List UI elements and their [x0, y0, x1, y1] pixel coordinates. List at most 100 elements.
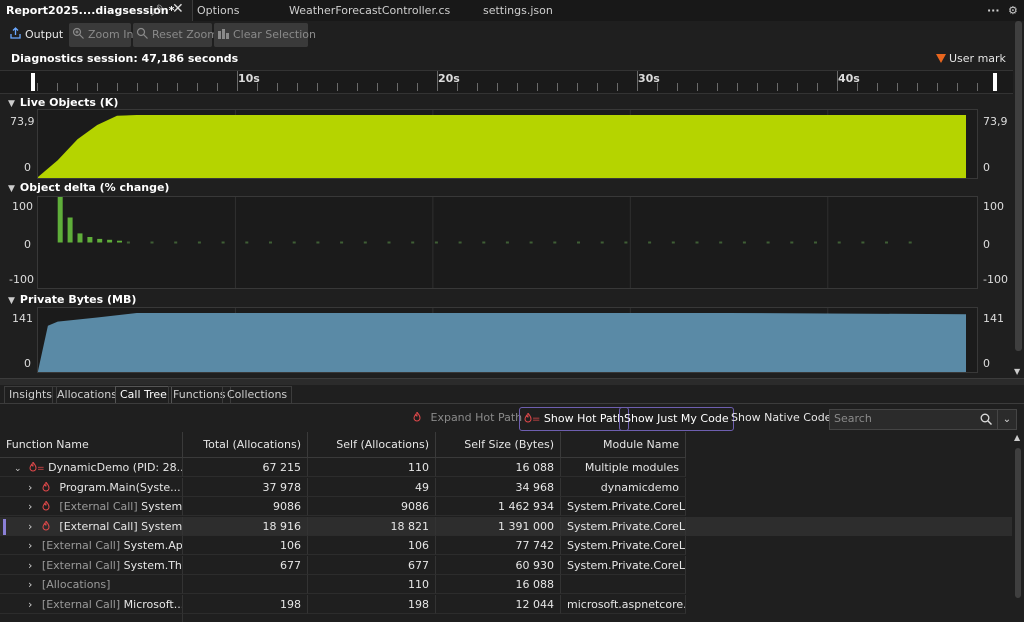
search-icon[interactable]	[980, 413, 992, 425]
private-bytes-header[interactable]: ▼ Private Bytes (MB)	[8, 293, 136, 306]
private-bytes-chart[interactable]	[37, 307, 978, 373]
scroll-up-icon[interactable]: ▲	[1014, 433, 1020, 442]
chevron-right-icon[interactable]: ›	[28, 598, 32, 611]
zero-marker	[885, 241, 888, 244]
tab-options[interactable]: Options	[197, 0, 239, 21]
table-scrollbar[interactable]: ▲	[1012, 432, 1024, 622]
zero-marker	[150, 241, 154, 244]
chevron-right-icon[interactable]: ›	[28, 578, 32, 591]
show-native-code-toggle[interactable]: Show Native Code	[727, 407, 835, 429]
zero-marker	[505, 241, 509, 244]
scrollbar-thumb[interactable]	[1015, 21, 1022, 351]
timeline-ruler[interactable]: 10s 20s 30s 40s	[0, 70, 1013, 94]
ruler-tick	[937, 83, 938, 91]
selection-end-handle[interactable]	[993, 73, 997, 91]
search-options-chevron-down-icon[interactable]: ⌄	[997, 410, 1016, 429]
zoom-in-icon	[72, 27, 84, 39]
show-native-code-label: Show Native Code	[731, 411, 832, 424]
ruler-tick	[617, 83, 618, 91]
total-allocations-cell	[183, 575, 308, 594]
panel-splitter[interactable]	[0, 378, 1024, 385]
column-header-self-allocations[interactable]: Self (Allocations)	[308, 432, 436, 458]
scrollbar-thumb[interactable]	[1015, 448, 1021, 598]
zero-marker	[434, 241, 438, 244]
show-hot-path-toggle[interactable]: = Show Hot Path	[519, 407, 630, 431]
function-name-cell: › [External Call] System.Ap...	[0, 536, 183, 555]
column-header-self-size[interactable]: Self Size (Bytes)	[436, 432, 561, 458]
table-row[interactable]: › [External Call] System.Ap... 106 106 7…	[0, 536, 1012, 556]
table-row[interactable]: › [External Call] System.... 9086 9086 1…	[0, 497, 1012, 517]
table-row-partial[interactable]	[0, 614, 1012, 622]
selection-start-handle[interactable]	[31, 73, 35, 91]
ruler-tick	[677, 83, 678, 91]
table-row-selected[interactable]: › [External Call] System.... 18 916 18 8…	[0, 516, 1012, 536]
expand-hot-path-button[interactable]: Expand Hot Path	[409, 407, 526, 429]
table-row[interactable]: › [Allocations] 110 16 088	[0, 575, 1012, 595]
table-row[interactable]: ⌄ = DynamicDemo (PID: 28... 67 215 110 1…	[0, 458, 1012, 478]
ruler-tick	[317, 83, 318, 91]
tab-call-tree-label: Call Tree	[120, 388, 167, 401]
chevron-down-icon[interactable]: ⌄	[14, 464, 22, 474]
close-icon[interactable]: ✕	[172, 0, 184, 20]
zero-marker	[577, 241, 580, 244]
total-allocations-cell: 37 978	[183, 477, 308, 497]
zero-marker	[340, 241, 344, 244]
self-size-cell: 16 088	[436, 575, 561, 594]
column-header-module-name[interactable]: Module Name	[561, 432, 686, 458]
ruler-tick	[477, 83, 478, 91]
function-name: System.Thr...	[123, 558, 182, 572]
document-tab-bar: Report2025....diagsession* 📌︎ ✕ Options …	[0, 0, 1024, 22]
zero-marker	[742, 241, 746, 244]
ruler-tick	[517, 83, 518, 91]
more-options-icon[interactable]: ···	[987, 0, 1000, 21]
tab-diagsession[interactable]: Report2025....diagsession* 📌︎ ✕	[0, 0, 193, 21]
zero-marker	[695, 241, 699, 244]
clear-selection-button[interactable]: Clear Selection	[214, 23, 316, 47]
reset-zoom-button[interactable]: Reset Zoom	[133, 23, 218, 47]
function-name: Program.Main(Syste...	[59, 480, 181, 494]
zero-marker	[174, 241, 178, 244]
column-header-total-allocations[interactable]: Total (Allocations)	[183, 432, 308, 458]
chevron-right-icon[interactable]: ›	[28, 481, 32, 494]
output-label: Output	[25, 28, 64, 41]
charts-scrollbar[interactable]: ▼	[1013, 21, 1024, 378]
chevron-right-icon[interactable]: ›	[28, 520, 32, 533]
chevron-right-icon[interactable]: ›	[28, 559, 32, 572]
zoom-in-button[interactable]: Zoom In	[69, 23, 133, 47]
ruler-tick	[177, 83, 178, 91]
show-hot-path-label: Show Hot Path	[543, 412, 625, 425]
chevron-right-icon[interactable]: ›	[28, 500, 32, 513]
ruler-tick	[337, 83, 338, 91]
function-name-cell: › [Allocations]	[0, 575, 183, 594]
tab-call-tree[interactable]: Call Tree	[115, 386, 172, 403]
tab-insights[interactable]: Insights	[4, 386, 58, 403]
show-just-my-code-toggle[interactable]: Show Just My Code	[619, 407, 734, 431]
ruler-tick	[497, 83, 498, 91]
pin-icon[interactable]: 📌︎	[150, 0, 164, 21]
object-delta-header[interactable]: ▼ Object delta (% change)	[8, 181, 169, 194]
self-allocations-cell: 110	[308, 575, 436, 594]
search-input[interactable]: Search ⌄	[829, 409, 1017, 430]
tab-weatherforecastcontroller[interactable]: WeatherForecastController.cs	[289, 0, 450, 21]
output-button[interactable]: Output	[6, 23, 66, 47]
table-row[interactable]: › [External Call] System.Thr... 677 677 …	[0, 555, 1012, 576]
table-row[interactable]: › Program.Main(Syste... 37 978 49 34 968…	[0, 477, 1012, 498]
chevron-right-icon[interactable]: ›	[28, 539, 32, 552]
self-size-cell: 1 391 000	[436, 516, 561, 536]
tab-settings-json[interactable]: settings.json	[483, 0, 553, 21]
zero-marker	[387, 241, 391, 244]
live-objects-chart[interactable]	[37, 109, 978, 179]
zero-marker	[908, 241, 912, 244]
object-delta-chart[interactable]	[37, 196, 978, 289]
tab-collections[interactable]: Collections	[222, 386, 293, 403]
user-mark-label: User mark	[949, 52, 1006, 65]
settings-gear-icon[interactable]: ⚙	[1008, 0, 1018, 21]
column-header-function-name[interactable]: Function Name	[0, 432, 183, 458]
private-bytes-ymin-left: 0	[24, 357, 31, 370]
function-name: System....	[141, 500, 183, 513]
live-objects-header[interactable]: ▼ Live Objects (K)	[8, 96, 118, 109]
scroll-down-icon[interactable]: ▼	[1014, 367, 1020, 376]
table-row[interactable]: › [External Call] Microsoft.... 198 198 …	[0, 594, 1012, 615]
live-objects-ymin-right: 0	[983, 161, 990, 174]
tab-allocations[interactable]: Allocations	[52, 386, 122, 403]
